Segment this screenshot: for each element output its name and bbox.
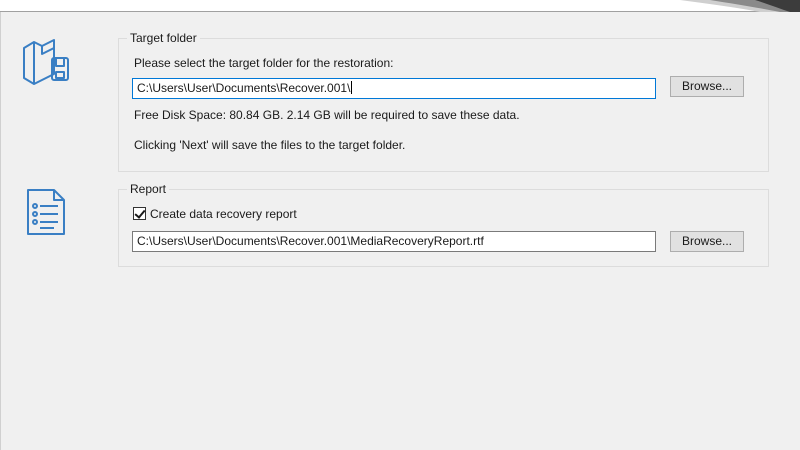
target-instruction-text: Please select the target folder for the … — [134, 56, 394, 70]
report-path-input[interactable]: C:\Users\User\Documents\Recover.001\Medi… — [132, 231, 656, 252]
next-hint-text: Clicking 'Next' will save the files to t… — [134, 138, 406, 152]
report-path-value: C:\Users\User\Documents\Recover.001\Medi… — [137, 234, 484, 248]
target-folder-legend: Target folder — [127, 32, 200, 45]
report-document-icon — [24, 188, 68, 238]
window-left-edge — [0, 12, 1, 450]
free-disk-space-text: Free Disk Space: 80.84 GB. 2.14 GB will … — [134, 108, 520, 122]
report-browse-button[interactable]: Browse... — [670, 231, 744, 252]
wizard-header-band — [0, 0, 800, 12]
folder-save-icon — [20, 34, 70, 88]
text-caret — [351, 81, 353, 94]
target-browse-button[interactable]: Browse... — [670, 76, 744, 97]
target-folder-path-input[interactable]: C:\Users\User\Documents\Recover.001\ — [132, 78, 656, 99]
target-folder-path-value: C:\Users\User\Documents\Recover.001\ — [137, 81, 351, 95]
report-legend: Report — [127, 183, 170, 196]
report-group: Report — [118, 183, 769, 267]
create-report-label[interactable]: Create data recovery report — [150, 207, 297, 221]
header-banner-art — [680, 0, 800, 12]
create-report-checkbox[interactable] — [133, 207, 146, 220]
